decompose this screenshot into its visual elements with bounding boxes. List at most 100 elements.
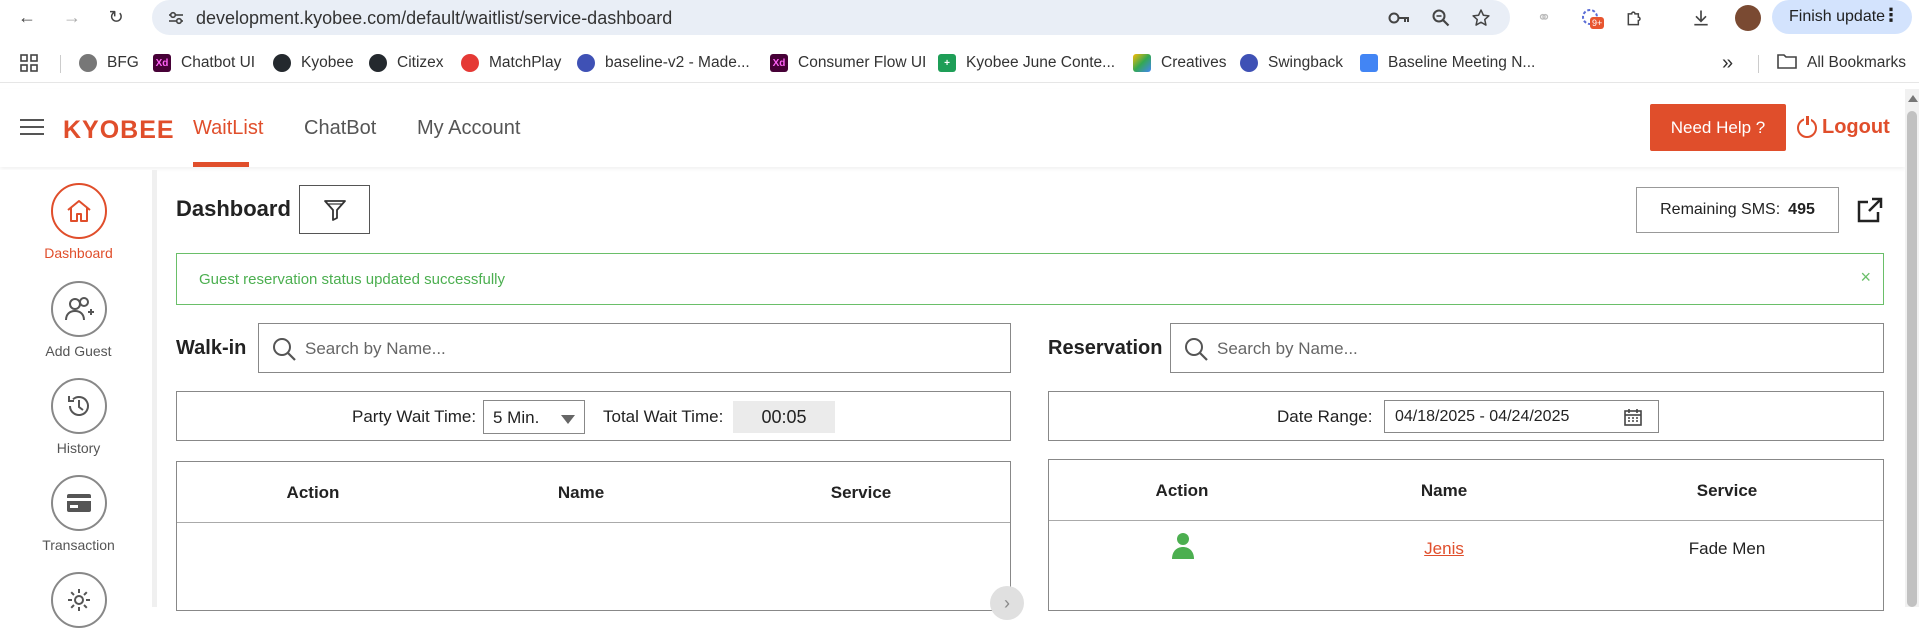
site-info-icon[interactable] [164,6,188,30]
walkin-search-placeholder: Search by Name... [305,339,446,358]
sms-count: 495 [1788,201,1815,218]
walkin-col-name: Name [557,483,605,502]
close-icon[interactable]: × [1860,267,1871,288]
sheets-icon: + [938,54,956,72]
bookmark-kyobee[interactable]: Kyobee [273,52,354,74]
reservation-search-placeholder: Search by Name... [1217,339,1358,358]
walkin-label: Walk-in [176,337,247,359]
walkin-wait-bar [176,391,1011,441]
sidebar-item-transaction[interactable]: Transaction [20,475,137,553]
tab-waitlist[interactable]: WaitList [193,117,263,140]
home-icon [50,183,107,239]
remaining-sms: Remaining SMS: 495 [1636,187,1839,233]
site-icon [1240,54,1258,72]
more-menu-icon[interactable]: ⋮ [1882,5,1900,26]
kyobee-logo[interactable]: KYOBEE [63,116,175,145]
bookmark-citizex[interactable]: Citizex [369,52,444,74]
tab-chatbot[interactable]: ChatBot [304,117,376,140]
bookmark-divider [1758,55,1759,73]
add-user-icon [50,281,107,337]
zoom-icon[interactable] [1429,6,1453,30]
active-tab-indicator [193,162,249,167]
date-range-input[interactable]: 04/18/2025 - 04/24/2025 [1384,400,1659,433]
back-icon[interactable]: ← [14,4,40,30]
bookmark-chatbot-ui[interactable]: Xd Chatbot UI [153,52,255,74]
reservation-label: Reservation [1048,337,1163,359]
filter-button[interactable] [299,185,370,234]
walkin-col-service: Service [830,483,892,502]
github-icon [369,54,387,72]
guest-service: Fade Men [1688,539,1766,558]
sidebar: Dashboard Add Guest History Transaction [0,170,157,628]
guest-name-link[interactable]: Jenis [1424,539,1464,559]
site-icon [461,54,479,72]
external-link-icon[interactable] [1856,196,1884,224]
address-bar[interactable]: development.kyobee.com/default/waitlist/… [152,0,1510,35]
scrollbar-thumb[interactable] [1907,111,1917,607]
chevron-down-icon [561,415,575,424]
bookmark-matchplay[interactable]: MatchPlay [461,52,561,74]
password-key-icon[interactable] [1387,6,1411,30]
history-icon [50,378,107,434]
chevron-right-icon[interactable]: › [990,586,1024,620]
app-header: KYOBEE WaitList ChatBot My Account Need … [0,89,1905,167]
browser-toolbar: ← → ↻ development.kyobee.com/default/wai… [0,0,1919,35]
scroll-up-arrow[interactable] [1908,95,1918,102]
all-bookmarks[interactable]: All Bookmarks [1777,52,1906,74]
power-icon [1797,115,1817,138]
walkin-header-divider [177,522,1010,523]
reservation-search-input[interactable]: Search by Name... [1170,323,1884,373]
filter-icon [323,199,346,221]
star-icon[interactable] [1469,6,1493,30]
reservation-col-action: Action [1155,481,1209,500]
total-wait-value: 00:05 [733,401,835,433]
download-icon[interactable] [1688,5,1714,31]
total-wait-label: Total Wait Time: [603,407,724,426]
date-range-label: Date Range: [1277,407,1373,426]
more-bookmarks-icon[interactable]: » [1722,52,1733,74]
page-title: Dashboard [176,196,291,221]
globe-icon [79,54,97,72]
sidebar-item-dashboard[interactable]: Dashboard [20,183,137,261]
reload-icon[interactable]: ↻ [103,4,129,30]
success-alert: Guest reservation status updated success… [176,253,1884,305]
need-help-button[interactable]: Need Help ? [1650,104,1786,151]
party-wait-select[interactable]: 5 Min. [483,400,585,434]
extension-badge-icon[interactable]: 9+ [1578,5,1605,31]
extension-badge: 9+ [1590,17,1605,29]
extension-icon[interactable]: ⚭ [1531,5,1557,31]
profile-avatar[interactable] [1735,5,1761,31]
site-icon [577,54,595,72]
bookmark-kyobee-june[interactable]: + Kyobee June Conte... [938,52,1115,74]
tab-my-account[interactable]: My Account [417,117,520,140]
calendar-icon[interactable] [1624,408,1642,426]
apps-grid-icon[interactable] [20,52,38,74]
reservation-col-service: Service [1696,481,1758,500]
folder-icon [1777,53,1797,74]
bookmarks-bar: BFG Xd Chatbot UI Kyobee Citizex MatchPla… [0,43,1919,83]
search-icon [273,338,296,361]
bookmark-bfg[interactable]: BFG [79,52,139,74]
bookmark-baseline-v2[interactable]: baseline-v2 - Made... [577,52,750,74]
person-icon[interactable] [1171,532,1195,560]
bookmark-baseline-meeting[interactable]: Baseline Meeting N... [1360,52,1535,74]
bookmark-creatives[interactable]: Creatives [1133,52,1226,74]
walkin-search-input[interactable]: Search by Name... [258,323,1011,373]
bookmark-divider [60,55,61,73]
forward-icon[interactable]: → [59,4,85,30]
url-text[interactable]: development.kyobee.com/default/waitlist/… [196,8,672,29]
sms-label: Remaining SMS: [1660,201,1781,218]
finish-update-button[interactable]: Finish update ⋮ [1772,0,1912,34]
puzzle-icon[interactable] [1622,5,1648,31]
hamburger-menu-icon[interactable] [20,119,44,137]
xd-icon: Xd [153,54,171,72]
sidebar-item-add-guest[interactable]: Add Guest [20,281,137,359]
page-scrollbar[interactable] [1905,89,1919,607]
sidebar-item-settings[interactable] [20,572,137,628]
xd-icon: Xd [770,54,788,72]
bookmark-swingback[interactable]: Swingback [1240,52,1343,74]
bookmark-consumer-flow-ui[interactable]: Xd Consumer Flow UI [770,52,926,74]
sidebar-item-history[interactable]: History [20,378,137,456]
drive-icon [1133,54,1151,72]
logout-button[interactable]: Logout [1797,115,1890,139]
